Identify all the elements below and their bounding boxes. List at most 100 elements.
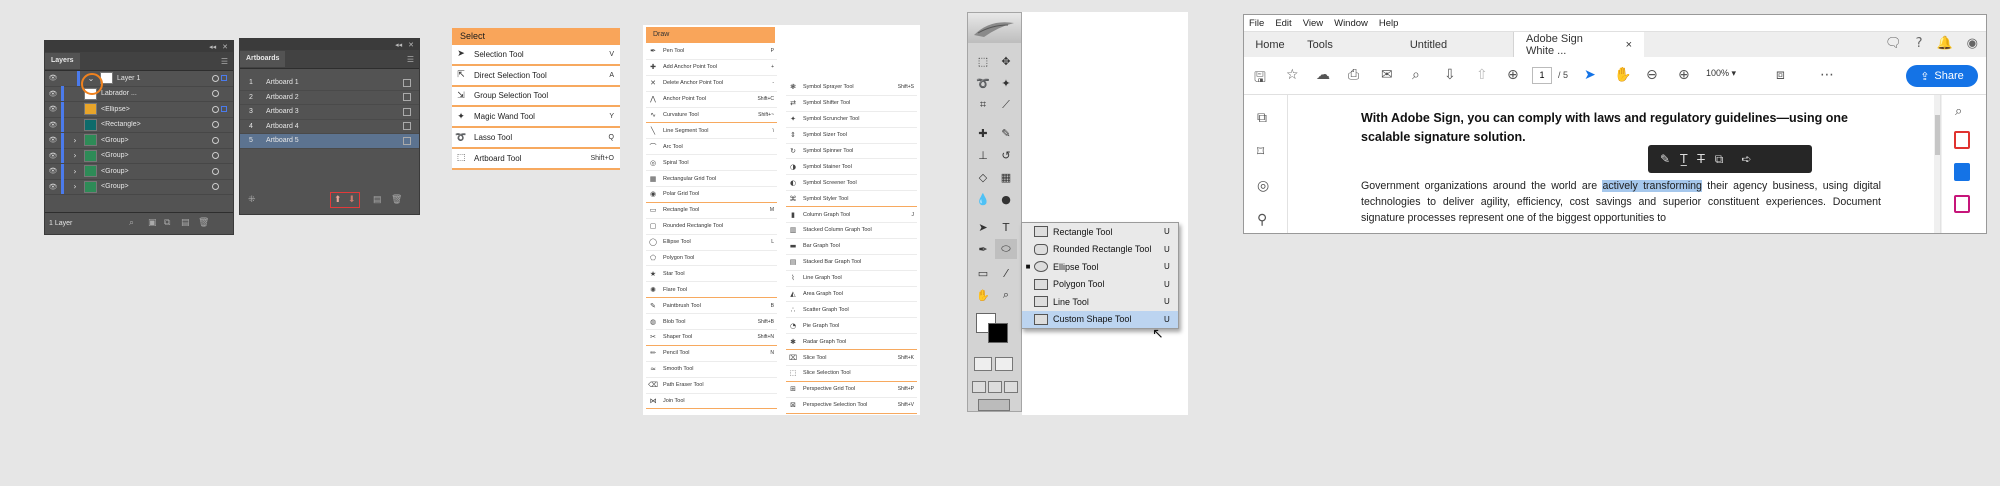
draw-tool-item[interactable]: ▤ Stacked Bar Graph Tool xyxy=(786,255,917,271)
layer-row[interactable]: 👁 <Ellipse> xyxy=(45,101,233,118)
eraser-icon[interactable]: ◇ xyxy=(972,167,994,187)
artboard-name[interactable]: Artboard 3 xyxy=(262,108,403,115)
shape-tool-icon[interactable]: ⬭ xyxy=(995,239,1017,259)
layer-name[interactable]: <Group> xyxy=(101,137,212,144)
eye-visibility-icon[interactable]: 👁 xyxy=(45,136,61,144)
draw-tool-item[interactable]: ⌧ Slice Tool Shift+K xyxy=(786,350,917,367)
new-sublayer-icon[interactable]: ⧉ xyxy=(164,218,170,228)
lasso-tool-icon[interactable]: ➰ xyxy=(972,73,994,93)
organize-pages-icon[interactable] xyxy=(1954,195,1970,213)
artboard-options-icon[interactable] xyxy=(403,136,411,145)
layer-name[interactable]: <Group> xyxy=(101,152,212,159)
draw-tool-item[interactable]: ▮ Column Graph Tool J xyxy=(786,207,917,224)
make-clip-mask-icon[interactable]: ▣ xyxy=(148,218,157,228)
next-page-circle-icon[interactable]: ⊕ xyxy=(1507,67,1519,83)
eye-visibility-icon[interactable]: 👁 xyxy=(45,183,61,191)
draw-tool-item[interactable]: ⊠ Perspective Selection Tool Shift+V xyxy=(786,398,917,414)
layer-row[interactable]: 👁 <Rectangle> xyxy=(45,117,233,133)
layer-name[interactable]: Labrador ... xyxy=(101,90,212,97)
select-tool-item[interactable]: ➤ Selection Tool V xyxy=(452,45,620,66)
clone-stamp-icon[interactable]: ⊥ xyxy=(972,145,994,165)
draw-tool-item[interactable]: ★ Star Tool xyxy=(646,266,777,283)
target-circle-icon[interactable] xyxy=(212,167,219,175)
artboard-options-icon[interactable] xyxy=(403,122,411,131)
tab-layers[interactable]: Layers xyxy=(45,53,80,69)
zoom-out-icon[interactable]: ⊖ xyxy=(1646,67,1658,83)
draw-tool-item[interactable]: ↻ Symbol Spinner Tool xyxy=(786,144,917,160)
previous-page-icon[interactable]: ⇧ xyxy=(1476,67,1488,83)
help-icon[interactable]: ? xyxy=(1916,36,1923,51)
draw-tool-item[interactable]: ⌫ Path Eraser Tool xyxy=(646,378,777,394)
draw-tool-item[interactable]: ▬ Bar Graph Tool xyxy=(786,239,917,255)
history-brush-icon[interactable]: ↺ xyxy=(995,145,1017,165)
new-layer-icon[interactable]: ▤ xyxy=(181,218,190,228)
draw-tool-item[interactable]: ◔ Pie Graph Tool xyxy=(786,318,917,335)
draw-tool-item[interactable]: ∴ Scatter Graph Tool xyxy=(786,302,917,319)
target-circle-icon[interactable] xyxy=(212,183,219,191)
quick-mask-icon[interactable] xyxy=(995,357,1013,371)
move-tool-icon[interactable]: ✥ xyxy=(995,51,1017,71)
layers-icon[interactable]: ◎ xyxy=(1257,177,1269,194)
layer-name[interactable]: Layer 1 xyxy=(117,75,212,82)
underline-text-icon[interactable]: T̲ xyxy=(1680,152,1687,166)
layer-row[interactable]: 👁 › <Group> xyxy=(45,148,233,164)
draw-tool-item[interactable]: ⇄ Symbol Shifter Tool xyxy=(786,96,917,112)
zoom-icon[interactable]: ⌕ xyxy=(1955,103,1962,119)
path-selection-icon[interactable]: ➤ xyxy=(972,217,994,237)
zoom-search-icon[interactable]: ⌕ xyxy=(1412,67,1420,83)
artboard-row[interactable]: 1 Artboard 1 xyxy=(240,76,419,91)
draw-tool-item[interactable]: ⌇ Line Graph Tool xyxy=(786,271,917,287)
comment-icon[interactable]: 🗨 xyxy=(1885,36,1902,51)
draw-tool-item[interactable]: ✕ Delete Anchor Point Tool - xyxy=(646,76,777,92)
tab-untitled[interactable]: Untitled xyxy=(1344,32,1514,57)
eye-visibility-icon[interactable]: 👁 xyxy=(45,90,61,98)
artboard-row[interactable]: 4 Artboard 4 xyxy=(240,120,419,134)
slice-tool-icon[interactable]: ⟋ xyxy=(995,95,1017,115)
delete-icon[interactable]: 🗑 xyxy=(198,218,209,228)
page-number-input[interactable]: 1 xyxy=(1532,67,1552,84)
draw-tool-item[interactable]: ◎ Spiral Tool xyxy=(646,155,777,172)
flyout-item[interactable]: Polygon Tool U xyxy=(1022,276,1178,294)
menu-item[interactable]: Help xyxy=(1379,18,1399,29)
tab-home[interactable]: Home xyxy=(1244,32,1296,57)
menu-item[interactable]: File xyxy=(1249,18,1264,29)
draw-tool-item[interactable]: ✒ Pen Tool P xyxy=(646,44,777,60)
artboard-row[interactable]: 2 Artboard 2 xyxy=(240,91,419,105)
eye-visibility-icon[interactable]: 👁 xyxy=(45,105,61,113)
artboard-options-icon[interactable] xyxy=(403,93,411,102)
eye-visibility-icon[interactable]: 👁 xyxy=(45,167,61,175)
screen-mode-icon[interactable] xyxy=(988,381,1002,393)
draw-tool-item[interactable]: ◭ Area Graph Tool xyxy=(786,287,917,303)
gradient-tool-icon[interactable]: ▦ xyxy=(995,167,1017,187)
strikethrough-text-icon[interactable]: T̶ xyxy=(1697,152,1704,166)
close-icon[interactable]: ✕ xyxy=(222,43,228,51)
search-icon[interactable]: ⌕ xyxy=(129,218,134,228)
background-color-swatch[interactable] xyxy=(988,323,1008,343)
hand-tool-icon[interactable]: ✋ xyxy=(1614,67,1631,83)
more-icon[interactable]: ⋯ xyxy=(1820,67,1834,83)
tab-tools[interactable]: Tools xyxy=(1296,32,1344,57)
jump-to-imageready-icon[interactable] xyxy=(978,399,1010,411)
draw-tool-item[interactable]: ❃ Symbol Sprayer Tool Shift+S xyxy=(786,80,917,96)
move-down-icon[interactable]: ⬇ xyxy=(348,194,356,205)
target-circle-icon[interactable] xyxy=(212,105,219,113)
draw-tool-item[interactable]: ◍ Blob Tool Shift+B xyxy=(646,314,777,331)
artboard-name[interactable]: Artboard 1 xyxy=(262,79,403,86)
zoom-in-icon[interactable]: ⊕ xyxy=(1678,67,1690,83)
menu-item[interactable]: Window xyxy=(1334,18,1368,29)
menu-item[interactable]: View xyxy=(1303,18,1323,29)
layer-row[interactable]: 👁 › <Group> xyxy=(45,179,233,195)
artboard-name[interactable]: Artboard 5 xyxy=(262,137,403,144)
edit-pdf-icon[interactable] xyxy=(1954,163,1970,181)
flyout-item[interactable]: ■ Ellipse Tool U xyxy=(1022,258,1178,276)
share-button[interactable]: ⇪ Share xyxy=(1906,65,1978,87)
close-icon[interactable]: ✕ xyxy=(408,41,414,49)
blur-tool-icon[interactable]: 💧 xyxy=(972,189,994,209)
next-page-icon[interactable]: ⇩ xyxy=(1444,67,1456,83)
pages-icon[interactable]: ⧉ xyxy=(1257,109,1267,126)
flyout-item[interactable]: Rectangle Tool U xyxy=(1022,223,1178,241)
target-circle-icon[interactable] xyxy=(212,152,219,160)
eye-visibility-icon[interactable]: 👁 xyxy=(45,152,61,160)
close-tab-icon[interactable]: × xyxy=(1626,39,1632,51)
collapse-icon[interactable]: ◂◂ xyxy=(209,43,216,51)
